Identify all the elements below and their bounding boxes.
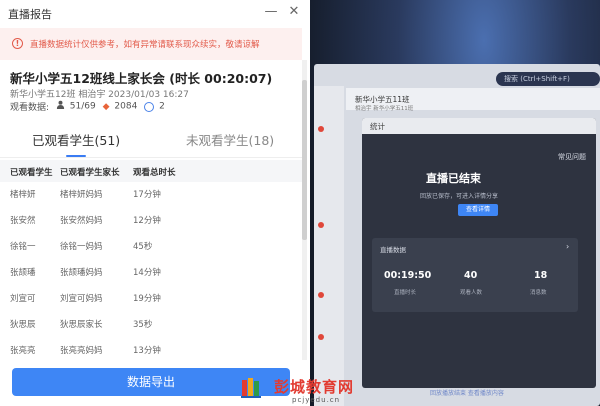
scrollbar-thumb[interactable] bbox=[302, 80, 307, 240]
header-parent: 已观看学生家长 bbox=[60, 168, 120, 178]
unread-dot bbox=[318, 334, 324, 340]
watch-duration: 45秒 bbox=[133, 242, 153, 252]
dialog-titlebar: 直播报告 — ✕ bbox=[0, 0, 308, 26]
user-icon bbox=[56, 100, 65, 109]
meeting-title: 新华小学五12班线上家长会 (时长 00:20:07) bbox=[10, 71, 273, 86]
table-row: 狄思辰 狄思辰家长 35秒 bbox=[0, 312, 302, 334]
data-notice-banner: ! 直播数据统计仅供参考，如有异常请联系现众续实，敬请谅解 bbox=[0, 28, 302, 60]
watch-duration: 35秒 bbox=[133, 320, 153, 330]
student-name: 楮梓妍 bbox=[10, 190, 36, 200]
stats-window-title: 统计 bbox=[370, 122, 385, 131]
header-duration: 观看总时长 bbox=[133, 168, 176, 178]
view-stats: 观看数据: 51/69 ◆ 2084 2 bbox=[10, 100, 165, 114]
parent-name: 张安然妈妈 bbox=[60, 216, 103, 226]
student-name: 狄思辰 bbox=[10, 320, 36, 330]
dialog-title: 直播报告 bbox=[8, 8, 52, 21]
student-name: 张颉璠 bbox=[10, 268, 36, 278]
vertical-scrollbar[interactable] bbox=[302, 60, 307, 360]
chat-list-strip bbox=[314, 86, 344, 406]
watermark-url: pcjyedu.cn bbox=[292, 396, 341, 404]
header-student: 已观看学生 bbox=[10, 168, 53, 178]
parent-name: 楮梓妍妈妈 bbox=[60, 190, 103, 200]
metric-label: 消息数 bbox=[530, 290, 547, 296]
watch-duration: 13分钟 bbox=[133, 346, 161, 356]
metric-value: 40 bbox=[464, 270, 478, 281]
metric-label: 直播时长 bbox=[394, 290, 417, 296]
watch-duration: 17分钟 bbox=[133, 190, 161, 200]
search-box: 搜索 (Ctrl+Shift+F) bbox=[496, 72, 600, 86]
watch-duration: 14分钟 bbox=[133, 268, 161, 278]
student-name: 徐铭一 bbox=[10, 242, 36, 252]
chevron-right-icon: › bbox=[566, 242, 570, 251]
table-row: 张亮亮 张亮亮妈妈 13分钟 bbox=[0, 338, 302, 360]
warning-icon: ! bbox=[12, 38, 23, 49]
watch-duration: 12分钟 bbox=[133, 216, 161, 226]
student-tabs: 已观看学生(51) 未观看学生(18) bbox=[0, 122, 302, 158]
live-report-dialog: 直播报告 — ✕ ! 直播数据统计仅供参考，如有异常请联系现众续实，敬请谅解 新… bbox=[0, 0, 308, 406]
metric-value: 00:19:50 bbox=[384, 270, 432, 281]
table-row: 刘宣可 刘宣可妈妈 19分钟 bbox=[0, 286, 302, 308]
unread-dot bbox=[318, 222, 324, 228]
student-name: 张亮亮 bbox=[10, 346, 36, 356]
live-data-card: 直播数据 › 00:19:50 直播时长 40 观看人数 18 消息数 bbox=[372, 238, 578, 312]
watermark-brand: 彭城教育网 bbox=[274, 378, 355, 396]
close-button[interactable]: ✕ bbox=[285, 3, 303, 21]
comments-count: 2 bbox=[159, 101, 165, 112]
card-label: 直播数据 bbox=[380, 246, 406, 254]
unread-dot bbox=[318, 292, 324, 298]
live-stats-window: 统计 常见问题 直播已结束 回放已保存，可进入详情分享 查看详情 直播数据 › … bbox=[362, 118, 596, 388]
table-row: 张颉璠 张颉璠妈妈 14分钟 bbox=[0, 260, 302, 282]
screenshot-root: 直播报告 — ✕ ! 直播数据统计仅供参考，如有异常请联系现众续实，敬请谅解 新… bbox=[0, 0, 600, 406]
viewers-count: 51/69 bbox=[69, 101, 96, 112]
parent-name: 张颉璠妈妈 bbox=[60, 268, 103, 278]
tab-watched-students[interactable]: 已观看学生(51) bbox=[32, 130, 120, 149]
table-row: 徐铭一 徐铭一妈妈 45秒 bbox=[0, 234, 302, 256]
active-tab-indicator bbox=[66, 155, 86, 157]
metric-label: 观看人数 bbox=[460, 290, 483, 296]
parent-name: 徐铭一妈妈 bbox=[60, 242, 103, 252]
like-icon: ◆ bbox=[102, 101, 110, 112]
faq-link: 常见问题 bbox=[558, 153, 586, 161]
class-subtitle: 相治宇 新华小学五11班 bbox=[355, 106, 414, 112]
stats-window-header: 统计 bbox=[362, 118, 596, 134]
live-ended-subtitle: 回放已保存，可进入详情分享 bbox=[420, 193, 499, 200]
table-row: 张安然 张安然妈妈 12分钟 bbox=[0, 208, 302, 230]
metric-value: 18 bbox=[534, 270, 548, 281]
parent-name: 狄思辰家长 bbox=[60, 320, 103, 330]
live-ended-title: 直播已结束 bbox=[426, 172, 481, 185]
tab-unwatched-students[interactable]: 未观看学生(18) bbox=[186, 130, 274, 149]
watch-duration: 19分钟 bbox=[133, 294, 161, 304]
parent-name: 刘宣可妈妈 bbox=[60, 294, 103, 304]
table-header: 已观看学生 已观看学生家长 观看总时长 bbox=[0, 160, 302, 182]
meeting-subtitle: 新华小学五12班 相治宇 2023/01/03 16:27 bbox=[10, 90, 189, 100]
student-name: 张安然 bbox=[10, 216, 36, 226]
student-name: 刘宣可 bbox=[10, 294, 36, 304]
view-details-button: 查看详情 bbox=[458, 204, 498, 216]
comment-icon bbox=[144, 101, 155, 112]
bottom-links: 回放播放结束 查看播放内容 bbox=[430, 390, 504, 397]
likes-count: 2084 bbox=[114, 101, 138, 112]
unread-dot bbox=[318, 126, 324, 132]
parent-name: 张亮亮妈妈 bbox=[60, 346, 103, 356]
table-row: 楮梓妍 楮梓妍妈妈 17分钟 bbox=[0, 182, 302, 204]
book-logo-icon bbox=[241, 378, 261, 398]
notice-text: 直播数据统计仅供参考，如有异常请联系现众续实，敬请谅解 bbox=[30, 40, 260, 50]
stats-label: 观看数据: bbox=[10, 103, 50, 113]
minimize-button[interactable]: — bbox=[262, 3, 280, 21]
site-watermark: 彭城教育网 pcjyedu.cn bbox=[240, 374, 375, 406]
